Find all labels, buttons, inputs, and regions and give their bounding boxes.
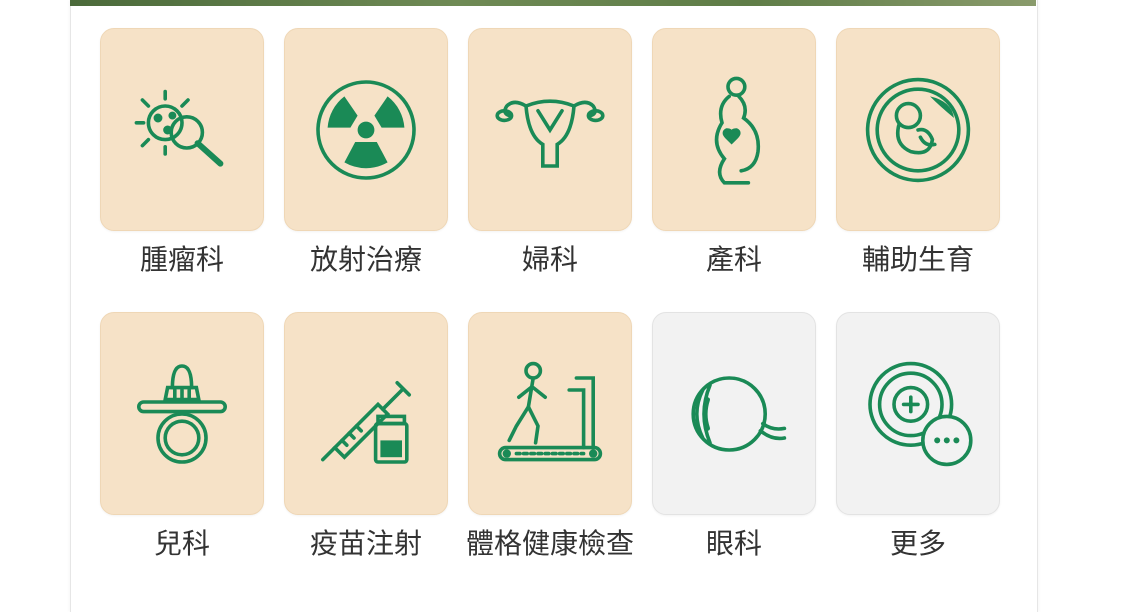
category-ophthalmology[interactable]: 眼科 <box>652 312 816 596</box>
category-label: 婦科 <box>521 243 578 276</box>
pregnant-woman-icon <box>714 76 761 185</box>
syringe-vial-icon <box>321 380 411 464</box>
more-plus-icon <box>868 361 973 466</box>
category-tile[interactable] <box>468 312 632 515</box>
category-label: 疫苗注射 <box>309 527 422 560</box>
radiation-icon <box>316 79 416 180</box>
category-label: 產科 <box>705 243 762 276</box>
category-label: 放射治療 <box>309 243 422 276</box>
category-label: 體格健康檢查 <box>465 527 634 560</box>
embryo-icon <box>865 77 971 182</box>
category-tile[interactable] <box>836 28 1000 231</box>
cancer-cell-magnifier-icon <box>134 89 224 167</box>
category-tile[interactable] <box>100 28 264 231</box>
category-gynecology[interactable]: 婦科 <box>468 28 632 312</box>
category-tile[interactable] <box>468 28 632 231</box>
category-oncology[interactable]: 腫瘤科 <box>100 28 264 312</box>
category-label: 腫瘤科 <box>139 243 224 276</box>
category-pediatrics[interactable]: 兒科 <box>100 312 264 596</box>
category-tile[interactable] <box>836 312 1000 515</box>
eye-icon <box>691 375 787 452</box>
category-more[interactable]: 更多 <box>836 312 1000 596</box>
category-radiotherapy[interactable]: 放射治療 <box>284 28 448 312</box>
category-tile[interactable] <box>284 28 448 231</box>
banner-image-edge <box>70 0 1036 6</box>
category-label: 更多 <box>889 527 946 560</box>
category-label: 兒科 <box>153 527 210 560</box>
category-tile[interactable] <box>652 312 816 515</box>
category-label: 眼科 <box>705 527 762 560</box>
category-tile[interactable] <box>284 312 448 515</box>
category-health-checkup[interactable]: 體格健康檢查 <box>465 312 634 596</box>
category-label: 輔助生育 <box>861 243 974 276</box>
category-grid: 腫瘤科 放射治療 婦科 產科 輔助生育 兒科 疫苗注射 體格健康檢查 眼科 更多 <box>100 28 1000 596</box>
category-obstetrics[interactable]: 產科 <box>652 28 816 312</box>
category-tile[interactable] <box>100 312 264 515</box>
uterus-icon <box>495 98 605 168</box>
category-tile[interactable] <box>652 28 816 231</box>
category-assisted-reproduction[interactable]: 輔助生育 <box>836 28 1000 312</box>
pacifier-icon <box>137 363 227 464</box>
category-vaccination[interactable]: 疫苗注射 <box>284 312 448 596</box>
treadmill-icon <box>497 361 603 461</box>
